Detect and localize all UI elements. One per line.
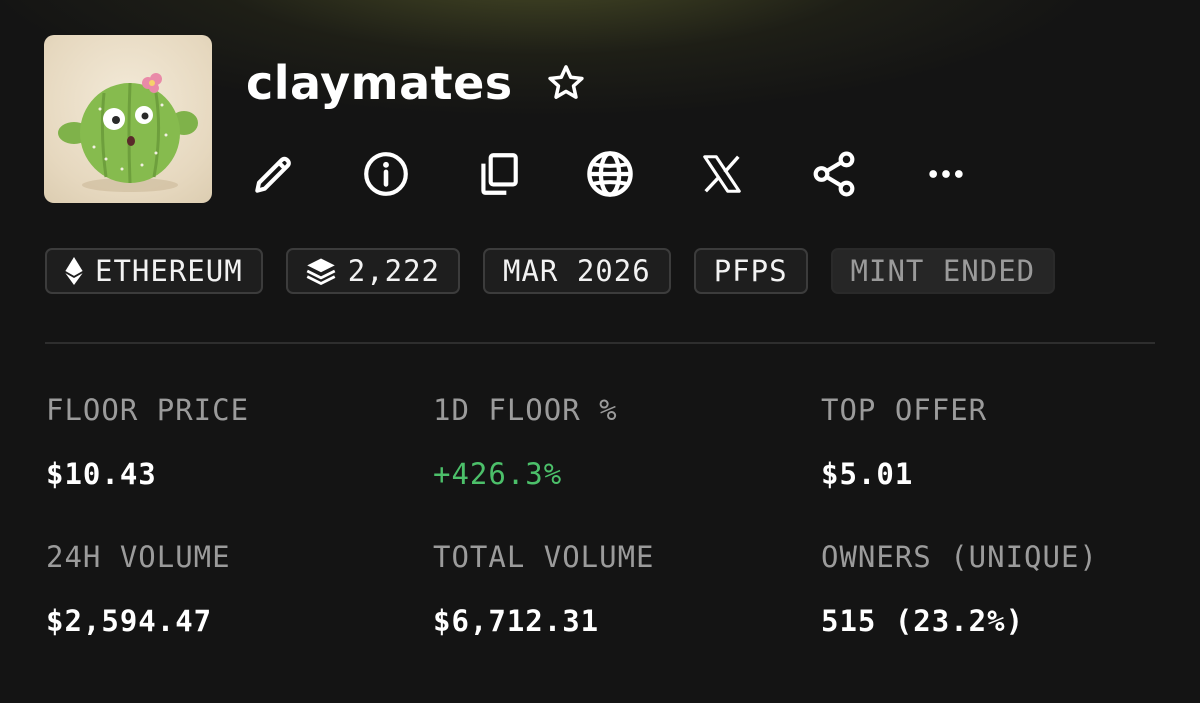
stat-label: 1D FLOOR % <box>433 393 618 427</box>
floor-change-stat: 1D FLOOR % +426.3% <box>433 396 793 489</box>
share-button[interactable] <box>805 145 863 203</box>
supply-label: 2,222 <box>347 254 440 288</box>
stat-label: 24H VOLUME <box>46 540 231 574</box>
date-label: MAR 2026 <box>503 254 651 288</box>
cactus-image <box>58 73 198 192</box>
pencil-icon <box>255 156 291 193</box>
stat-value: $5.01 <box>821 457 914 491</box>
collection-title: claymates <box>246 56 513 110</box>
volume-24h-stat: 24H VOLUME $2,594.47 <box>46 543 406 636</box>
star-icon <box>548 65 584 99</box>
action-bar <box>245 145 975 203</box>
copy-button[interactable] <box>469 145 527 203</box>
more-button[interactable] <box>917 145 975 203</box>
stat-value: +426.3% <box>433 457 563 491</box>
title-row: claymates <box>246 52 589 114</box>
top-offer-stat: TOP OFFER $5.01 <box>821 396 1181 489</box>
total-volume-stat: TOTAL VOLUME $6,712.31 <box>433 543 793 636</box>
floor-price-stat: FLOOR PRICE $10.43 <box>46 396 406 489</box>
edit-button[interactable] <box>245 145 303 203</box>
more-icon <box>929 170 963 178</box>
stat-value: 515 (23.2%) <box>821 604 1025 638</box>
stat-value: $6,712.31 <box>433 604 600 638</box>
globe-icon <box>587 151 633 197</box>
supply-chip[interactable]: 2,222 <box>285 248 460 294</box>
stat-label: TOTAL VOLUME <box>433 540 655 574</box>
info-icon <box>364 152 408 196</box>
stat-label: FLOOR PRICE <box>46 393 250 427</box>
chain-chip[interactable]: ETHEREUM <box>45 248 263 294</box>
copy-icon <box>481 153 518 195</box>
category-chip[interactable]: PFPS <box>693 248 808 294</box>
date-chip[interactable]: MAR 2026 <box>483 248 671 294</box>
favorite-button[interactable] <box>543 60 589 106</box>
status-chip: MINT ENDED <box>830 248 1056 294</box>
x-logo-icon <box>703 155 741 193</box>
status-label: MINT ENDED <box>850 254 1036 288</box>
ethereum-icon <box>65 257 83 285</box>
stat-value: $10.43 <box>46 457 157 491</box>
collection-avatar[interactable] <box>44 35 212 203</box>
stat-label: OWNERS (UNIQUE) <box>821 540 1098 574</box>
share-icon <box>813 151 855 197</box>
owners-stat: OWNERS (UNIQUE) 515 (23.2%) <box>821 543 1181 636</box>
collection-tags: ETHEREUM 2,222 MAR 2026 PFPS MINT ENDED <box>45 248 1056 294</box>
website-button[interactable] <box>581 145 639 203</box>
layers-icon <box>306 257 336 285</box>
stat-label: TOP OFFER <box>821 393 988 427</box>
info-button[interactable] <box>357 145 415 203</box>
x-button[interactable] <box>693 145 751 203</box>
stat-value: $2,594.47 <box>46 604 213 638</box>
category-label: PFPS <box>713 254 788 288</box>
chain-label: ETHEREUM <box>95 254 243 288</box>
divider <box>45 342 1155 344</box>
